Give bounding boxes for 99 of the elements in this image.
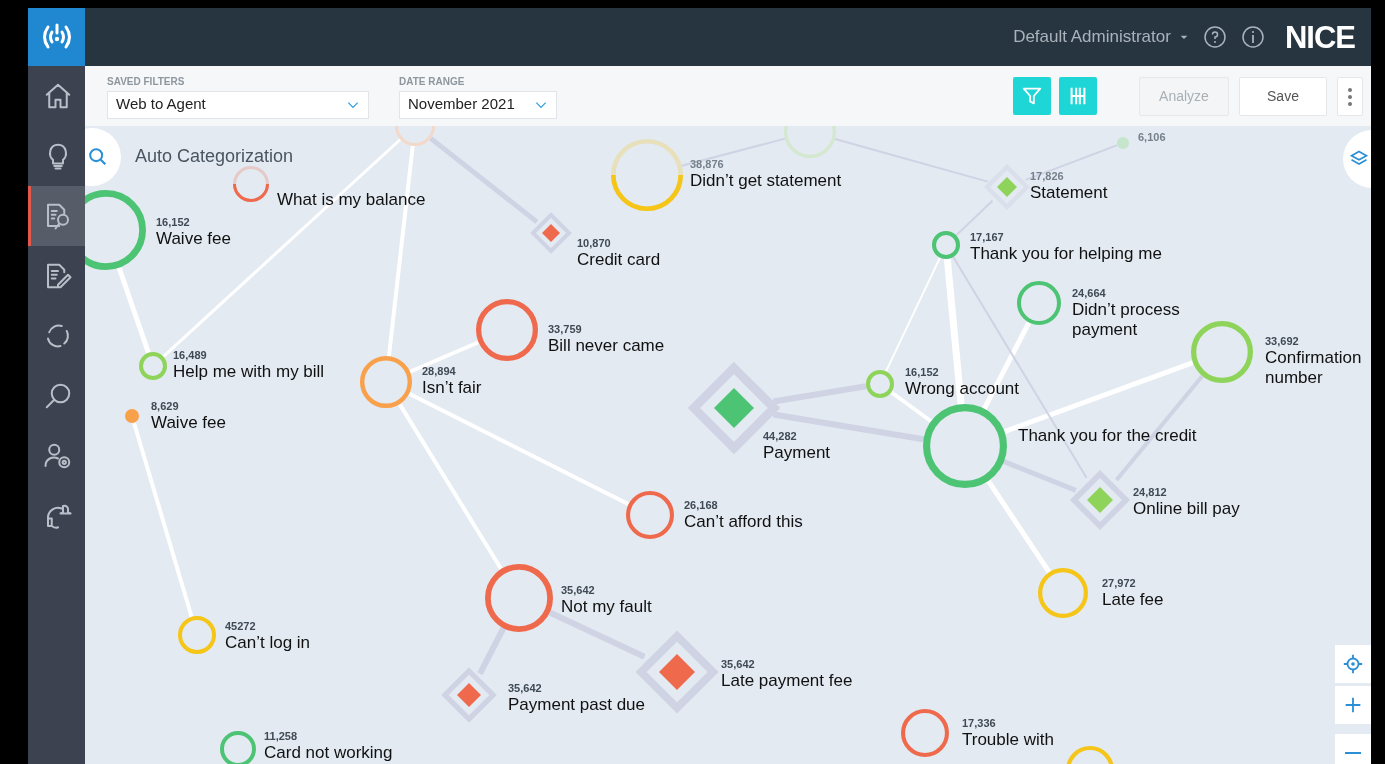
node-label: Payment — [763, 443, 831, 463]
ring-node[interactable] — [139, 352, 167, 380]
node-count: 16,489 — [173, 349, 208, 362]
node-label: Didn’t process payment — [1072, 300, 1180, 340]
node-count: 38,876 — [690, 158, 725, 171]
brand-logo: NICE — [1284, 21, 1355, 53]
node-label: Can’t log in — [225, 633, 311, 653]
node-count: 26,168 — [684, 499, 719, 512]
help-button[interactable] — [1202, 24, 1227, 50]
columns-button[interactable] — [1059, 77, 1097, 115]
ring-node[interactable] — [1017, 281, 1061, 325]
ring-node[interactable] — [1038, 568, 1088, 618]
user-menu[interactable]: Default Administrator — [1013, 24, 1189, 50]
node-count: 35,642 — [561, 584, 596, 597]
ring-node[interactable] — [1191, 321, 1253, 383]
filter-icon — [1021, 85, 1043, 107]
node-label: Wrong account — [905, 379, 1020, 399]
user-settings-icon — [43, 441, 73, 471]
dot-node[interactable] — [1117, 137, 1129, 149]
node-label: Trouble with — [962, 730, 1054, 750]
node-label: Didn’t get statement — [690, 171, 842, 191]
diamond-node[interactable] — [457, 683, 481, 707]
node-label: Payment past due — [508, 695, 646, 715]
ring-node[interactable] — [1066, 746, 1114, 764]
node-label: Not my fault — [561, 597, 652, 617]
filter-button[interactable] — [1013, 77, 1051, 115]
node-label: Isn’t fair — [422, 378, 482, 398]
help-icon — [1202, 25, 1227, 50]
recenter-button[interactable] — [1335, 645, 1371, 683]
node-count: 33,759 — [548, 323, 583, 336]
diamond-node[interactable] — [714, 388, 754, 428]
target-icon — [1342, 653, 1364, 675]
node-count: 45272 — [225, 620, 257, 633]
node-label: Waive fee — [151, 413, 226, 433]
node-count: 16,152 — [156, 216, 191, 229]
ring-node[interactable] — [360, 356, 412, 408]
date-range-dropdown[interactable]: November 2021 — [399, 90, 557, 119]
node-count: 11,258 — [264, 730, 299, 743]
node-label: Thank you for the credit — [1018, 426, 1197, 446]
home-icon — [43, 81, 73, 111]
minus-icon — [1344, 752, 1362, 754]
field-label: SAVED FILTERS — [107, 74, 186, 89]
diamond-node[interactable] — [659, 654, 695, 690]
node-label: Card not working — [264, 743, 393, 763]
node-count: 33,692 — [1265, 335, 1300, 348]
zoom-out-button[interactable] — [1335, 734, 1371, 764]
field-label: DATE RANGE — [399, 74, 466, 89]
node-count: 17,167 — [970, 231, 1005, 244]
node-label: Online bill pay — [1133, 499, 1240, 519]
ring-node[interactable] — [485, 564, 553, 632]
dot-node[interactable] — [125, 409, 139, 423]
search-icon — [43, 381, 73, 411]
more-vertical-icon — [1348, 87, 1352, 106]
diamond-node[interactable] — [1087, 487, 1113, 513]
node-label: Late fee — [1102, 590, 1164, 610]
node-count: 24,664 — [1072, 287, 1107, 300]
node-count: 16,152 — [905, 366, 940, 379]
node-label: Confirmation number — [1265, 348, 1362, 388]
sidebar-item[interactable] — [28, 186, 85, 246]
node-label: Credit card — [577, 250, 661, 270]
ring-node[interactable] — [178, 616, 216, 654]
node-count: 27,972 — [1102, 577, 1137, 590]
node-label: Waive fee — [156, 229, 231, 249]
canvas-title: Auto Categorization — [135, 146, 294, 166]
diamond-node[interactable] — [542, 224, 560, 242]
ring-node[interactable] — [923, 404, 1007, 488]
diamond-node[interactable] — [997, 177, 1017, 197]
node-count: 28,894 — [422, 365, 457, 378]
node-count: 8,629 — [151, 400, 180, 413]
node-count: 17,826 — [1030, 170, 1065, 183]
node-label: Bill never came — [548, 336, 665, 356]
node-count: 17,336 — [962, 717, 997, 730]
zoom-in-button[interactable] — [1335, 686, 1371, 724]
node-label: Thank you for helping me — [970, 244, 1162, 264]
ring-node[interactable] — [932, 231, 960, 259]
ring-node[interactable] — [866, 370, 894, 398]
action-button[interactable]: Save — [1239, 76, 1327, 116]
search-icon — [87, 146, 109, 168]
node-label: What is my balance — [277, 190, 426, 210]
node-count: 6,106 — [1138, 131, 1166, 144]
saved-filters-dropdown[interactable]: Web to Agent — [107, 90, 369, 119]
node-count: 44,282 — [763, 430, 798, 443]
node-label: Help me with my bill — [173, 362, 325, 382]
ring-node[interactable] — [220, 731, 256, 764]
info-icon — [1240, 25, 1265, 50]
edge-line — [477, 626, 507, 676]
ring-node[interactable] — [85, 190, 146, 270]
node-label: Late payment fee — [721, 671, 853, 691]
node-count: 35,642 — [721, 658, 756, 671]
node-label: Statement — [1030, 183, 1108, 203]
ring-node[interactable] — [476, 299, 538, 361]
node-label: Can’t afford this — [684, 512, 803, 532]
info-button[interactable] — [1240, 24, 1265, 50]
node-count: 24,812 — [1133, 486, 1168, 499]
node-count: 10,870 — [577, 237, 612, 250]
ring-node[interactable] — [626, 491, 674, 539]
node-count: 35,642 — [508, 682, 543, 695]
ring-node[interactable] — [901, 709, 949, 757]
more-button[interactable] — [1337, 76, 1363, 116]
